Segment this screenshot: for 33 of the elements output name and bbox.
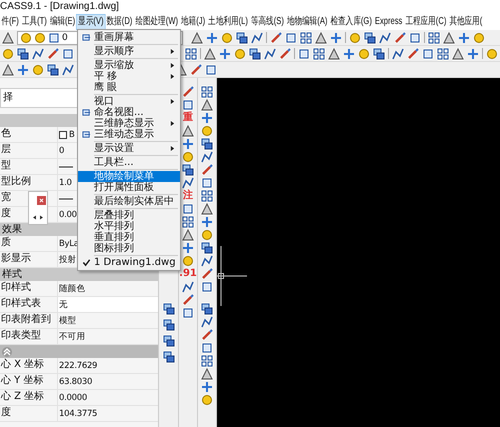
property-value: 模型 bbox=[59, 314, 76, 326]
property-value: 0.00 bbox=[59, 210, 77, 220]
property-label: 印样式表 bbox=[1, 298, 41, 309]
property-value: 不可用 bbox=[59, 330, 86, 342]
property-label: 心 Y 坐标 bbox=[1, 375, 44, 386]
layer-name: 0 bbox=[62, 32, 68, 42]
property-label: 心 Z 坐标 bbox=[1, 391, 44, 402]
property-label: 度 bbox=[1, 208, 11, 219]
section-title: 样式 bbox=[2, 268, 22, 280]
property-label: 色 bbox=[1, 128, 11, 139]
property-label: 影显示 bbox=[1, 253, 31, 264]
property-label: 型 bbox=[1, 160, 11, 171]
property-value: 222.7629 bbox=[59, 360, 98, 370]
property-value: 随颜色 bbox=[59, 282, 86, 294]
property-value: 无 bbox=[59, 298, 68, 310]
property-label: 宽 bbox=[1, 192, 11, 203]
property-label: 层 bbox=[1, 144, 11, 155]
property-label: 型比例 bbox=[1, 176, 31, 187]
property-value: 0.0000 bbox=[59, 392, 87, 402]
property-label: 心 X 坐标 bbox=[1, 359, 44, 370]
property-label: 印样式 bbox=[1, 282, 31, 293]
property-label: 度 bbox=[1, 407, 11, 418]
window-title: CASS9.1 - [Drawing1.dwg] bbox=[0, 1, 119, 13]
property-value: 投射 bbox=[59, 254, 76, 266]
property-label: 质 bbox=[1, 237, 11, 248]
property-value: 63.8030 bbox=[59, 376, 92, 386]
property-value: 1.0 bbox=[59, 178, 72, 188]
property-label: 印表附着到 bbox=[1, 314, 51, 325]
property-label: 印表类型 bbox=[1, 330, 41, 341]
section-title: 效果 bbox=[2, 224, 22, 236]
property-value: 104.3775 bbox=[59, 408, 98, 418]
property-value: 0 bbox=[59, 146, 64, 156]
property-value: B bbox=[69, 130, 75, 140]
